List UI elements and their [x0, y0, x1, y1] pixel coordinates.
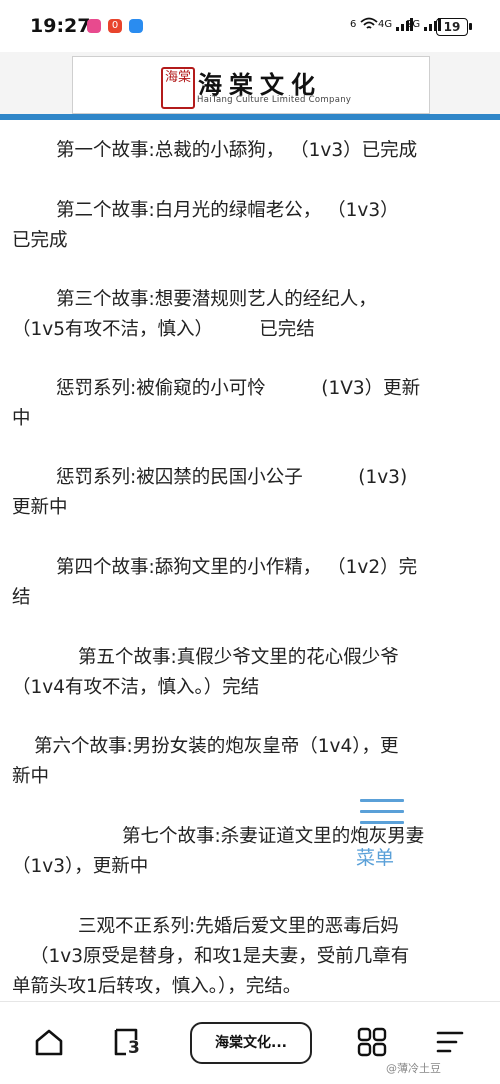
story-entry[interactable]: 第四个故事:舔狗文里的小作精， （1v2）完 结	[12, 553, 490, 613]
signal-4g-label: 4G	[378, 19, 393, 30]
story-line: 第二个故事:白月光的绿帽老公， （1v3）	[56, 200, 399, 221]
story-entry[interactable]: 惩罚系列:被囚禁的民国小公子 (1v3) 更新中	[12, 463, 490, 523]
story-line-cont: （1v4有攻不洁，慎入。）完结	[12, 677, 260, 698]
story-line-cont: 中	[12, 408, 31, 429]
story-line: 第三个故事:想要潜规则艺人的经纪人，	[56, 289, 377, 310]
logo-subtitle: HaiTang Culture Limited Company	[197, 95, 352, 105]
badge-notification-icon: 0	[108, 19, 122, 33]
wifi-label: 6	[350, 19, 357, 30]
app-notification-icon	[87, 19, 101, 33]
story-line: 第四个故事:舔狗文里的小作精， （1v2）完	[56, 557, 418, 578]
seal-logo-icon: 海棠	[161, 67, 195, 109]
story-list: 第一个故事:总裁的小舔狗， （1v3）已完成 第二个故事:白月光的绿帽老公， （…	[0, 120, 500, 1000]
story-line-cont: 结	[12, 587, 31, 608]
story-line-cont: 更新中	[12, 497, 68, 518]
site-logo[interactable]: 海棠 海棠文化 HaiTang Culture Limited Company	[72, 56, 430, 114]
story-line: 第七个故事:杀妻证道文里的炮灰男妻	[122, 826, 425, 847]
battery-tip	[469, 23, 472, 30]
story-line-cont: 单箭头攻1后转攻，慎入。），完结。	[12, 976, 302, 997]
site-header: 海棠 海棠文化 HaiTang Culture Limited Company	[0, 52, 500, 114]
story-line: 第一个故事:总裁的小舔狗， （1v3）已完成	[56, 140, 418, 161]
story-line-cont: （1v3原受是替身，和攻1是夫妻，受前几章有	[30, 946, 410, 967]
story-line-cont: （1v3），更新中	[12, 856, 149, 877]
clock: 19:27	[30, 15, 91, 37]
story-entry[interactable]: 第一个故事:总裁的小舔狗， （1v3）已完成	[12, 136, 490, 166]
tabs-button[interactable]: 3	[110, 1026, 142, 1058]
story-line: 惩罚系列:被偷窥的小可怜 (1V3）更新	[56, 378, 421, 399]
story-line-cont: 已完成	[12, 230, 68, 251]
story-entry[interactable]: 第三个故事:想要潜规则艺人的经纪人， （1v5有攻不洁，慎入） 已完结	[12, 285, 490, 345]
menu-icon	[360, 799, 404, 832]
story-line-cont: 新中	[12, 766, 50, 787]
story-entry[interactable]: 三观不正系列:先婚后爱文里的恶毒后妈 （1v3原受是替身，和攻1是夫妻，受前几章…	[12, 912, 490, 1002]
apps-grid-icon[interactable]	[356, 1026, 388, 1058]
browser-bottom-bar: 3 海棠文化... @薄冷土豆	[0, 1001, 500, 1084]
status-bar: 19:27 0 6 4G 2G 19	[0, 0, 500, 52]
menu-lines-icon[interactable]	[434, 1026, 466, 1058]
current-tab-button[interactable]: 海棠文化...	[190, 1022, 312, 1064]
battery-icon: 19	[436, 18, 468, 36]
menu-label: 菜单	[356, 847, 395, 869]
story-entry[interactable]: 第二个故事:白月光的绿帽老公， （1v3） 已完成	[12, 196, 490, 256]
story-entry[interactable]: 第六个故事:男扮女装的炮灰皇帝（1v4），更 新中	[12, 732, 490, 792]
story-entry[interactable]: 惩罚系列:被偷窥的小可怜 (1V3）更新 中	[12, 374, 490, 434]
story-line: 第六个故事:男扮女装的炮灰皇帝（1v4），更	[34, 736, 399, 757]
story-entry[interactable]: 第七个故事:杀妻证道文里的炮灰男妻 （1v3），更新中	[12, 822, 490, 882]
floating-menu-button[interactable]: 菜单	[354, 799, 408, 873]
story-line: 三观不正系列:先婚后爱文里的恶毒后妈	[78, 916, 399, 937]
tab-count: 3	[128, 1038, 140, 1058]
story-line: 惩罚系列:被囚禁的民国小公子 (1v3)	[56, 467, 408, 488]
story-line: 第五个故事:真假少爷文里的花心假少爷	[78, 647, 399, 668]
story-line-cont: （1v5有攻不洁，慎入） 已完结	[12, 319, 315, 340]
watermark: @薄冷土豆	[386, 1062, 441, 1075]
story-entry[interactable]: 第五个故事:真假少爷文里的花心假少爷 （1v4有攻不洁，慎入。）完结	[12, 643, 490, 703]
home-icon[interactable]	[33, 1026, 65, 1058]
signal-2g-label: 2G	[406, 19, 421, 30]
wifi-icon: 6	[350, 17, 378, 35]
message-notification-icon	[129, 19, 143, 33]
